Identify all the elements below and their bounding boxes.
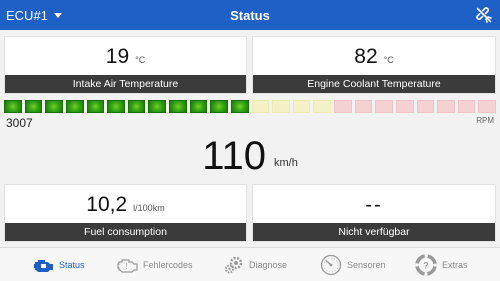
ecu-label: ECU#1 [6, 7, 48, 23]
rpm-segment-red [354, 100, 373, 113]
intake-air-label: Intake Air Temperature [5, 75, 246, 93]
rpm-segment-green [45, 100, 63, 113]
rpm-segment-yellow [251, 100, 270, 113]
rpm-segment-green [189, 100, 208, 113]
unavailable-value: -- [365, 193, 383, 216]
svg-text:?: ? [423, 261, 429, 271]
tab-sensoren-label: Sensoren [347, 260, 386, 270]
lifebuoy-icon: ? [415, 254, 437, 276]
gears-icon [225, 256, 243, 274]
rpm-segment-yellow [313, 100, 331, 113]
rpm-segment-green [127, 100, 146, 113]
fuel-value: 10,2 [86, 193, 128, 216]
rpm-segment-red [457, 100, 476, 113]
coolant-unit: °C [383, 55, 394, 65]
rpm-segment-red [437, 100, 455, 113]
rpm-segment-green [169, 100, 187, 113]
rpm-segment-red [416, 100, 435, 113]
tab-extras[interactable]: ? Extras [415, 248, 468, 281]
intake-air-value: 19 [105, 45, 130, 68]
rpm-segment-green [65, 100, 84, 113]
coolant-label: Engine Coolant Temperature [253, 75, 495, 93]
rpm-segment-green [4, 100, 22, 113]
rpm-segment-yellow [272, 100, 290, 113]
intake-air-card[interactable]: 19 °C Intake Air Temperature [4, 36, 247, 94]
tab-status-label: Status [59, 260, 85, 270]
tab-status[interactable]: Status [32, 248, 85, 281]
rpm-unit: RPM [476, 116, 494, 125]
tab-diagnose-label: Diagnose [249, 260, 288, 270]
engine-warning-icon: ! [117, 259, 138, 273]
chevron-down-icon [53, 13, 62, 18]
rpm-segment-red [478, 100, 496, 113]
rpm-segment-green [148, 100, 166, 113]
tab-fehlercodes[interactable]: ! Fehlercodes [116, 248, 193, 281]
fuel-unit: l/100km [133, 203, 165, 213]
rpm-segment-red [395, 100, 414, 113]
unavailable-label: Nicht verfügbar [253, 223, 495, 241]
ecu-selector[interactable]: ECU#1 [6, 0, 62, 30]
tab-fehlercodes-label: Fehlercodes [143, 260, 193, 270]
rpm-segment-yellow [292, 100, 311, 113]
rpm-segment-green [210, 100, 228, 113]
bottom-tab-bar: Status ! Fehlercodes Diagnose Sensoren ? [0, 247, 500, 281]
fuel-value-row: 10,2 l/100km [5, 185, 246, 225]
coolant-value-row: 82 °C [253, 37, 495, 77]
rpm-segment-red [375, 100, 393, 113]
speed-unit: km/h [273, 157, 298, 169]
tab-diagnose[interactable]: Diagnose [224, 248, 287, 281]
svg-text:!: ! [125, 262, 127, 271]
engine-icon [34, 260, 53, 272]
intake-air-value-row: 19 °C [5, 37, 246, 77]
page-title: Status [230, 7, 270, 23]
top-bar: ECU#1 Status [0, 0, 500, 30]
fuel-card[interactable]: 10,2 l/100km Fuel consumption [4, 184, 247, 242]
fuel-label: Fuel consumption [5, 223, 246, 241]
speed-value: 110 [202, 134, 266, 178]
intake-air-unit: °C [135, 55, 146, 65]
speed-display: 110 km/h [0, 133, 500, 179]
rpm-value: 3007 [6, 116, 33, 130]
rpm-segment-green [107, 100, 125, 113]
tab-extras-label: Extras [442, 260, 468, 270]
coolant-value: 82 [354, 45, 378, 68]
disconnect-link-icon[interactable] [476, 7, 492, 23]
tab-sensoren[interactable]: Sensoren [320, 248, 386, 281]
rpm-segment-green [230, 100, 249, 113]
unavailable-value-row: -- [253, 185, 495, 225]
gauge-icon [320, 254, 342, 276]
rpm-bar [4, 100, 496, 113]
unavailable-card[interactable]: -- Nicht verfügbar [252, 184, 496, 242]
rpm-segment-green [24, 100, 43, 113]
rpm-segment-red [334, 100, 352, 113]
coolant-card[interactable]: 82 °C Engine Coolant Temperature [252, 36, 496, 94]
rpm-segment-green [86, 100, 105, 113]
